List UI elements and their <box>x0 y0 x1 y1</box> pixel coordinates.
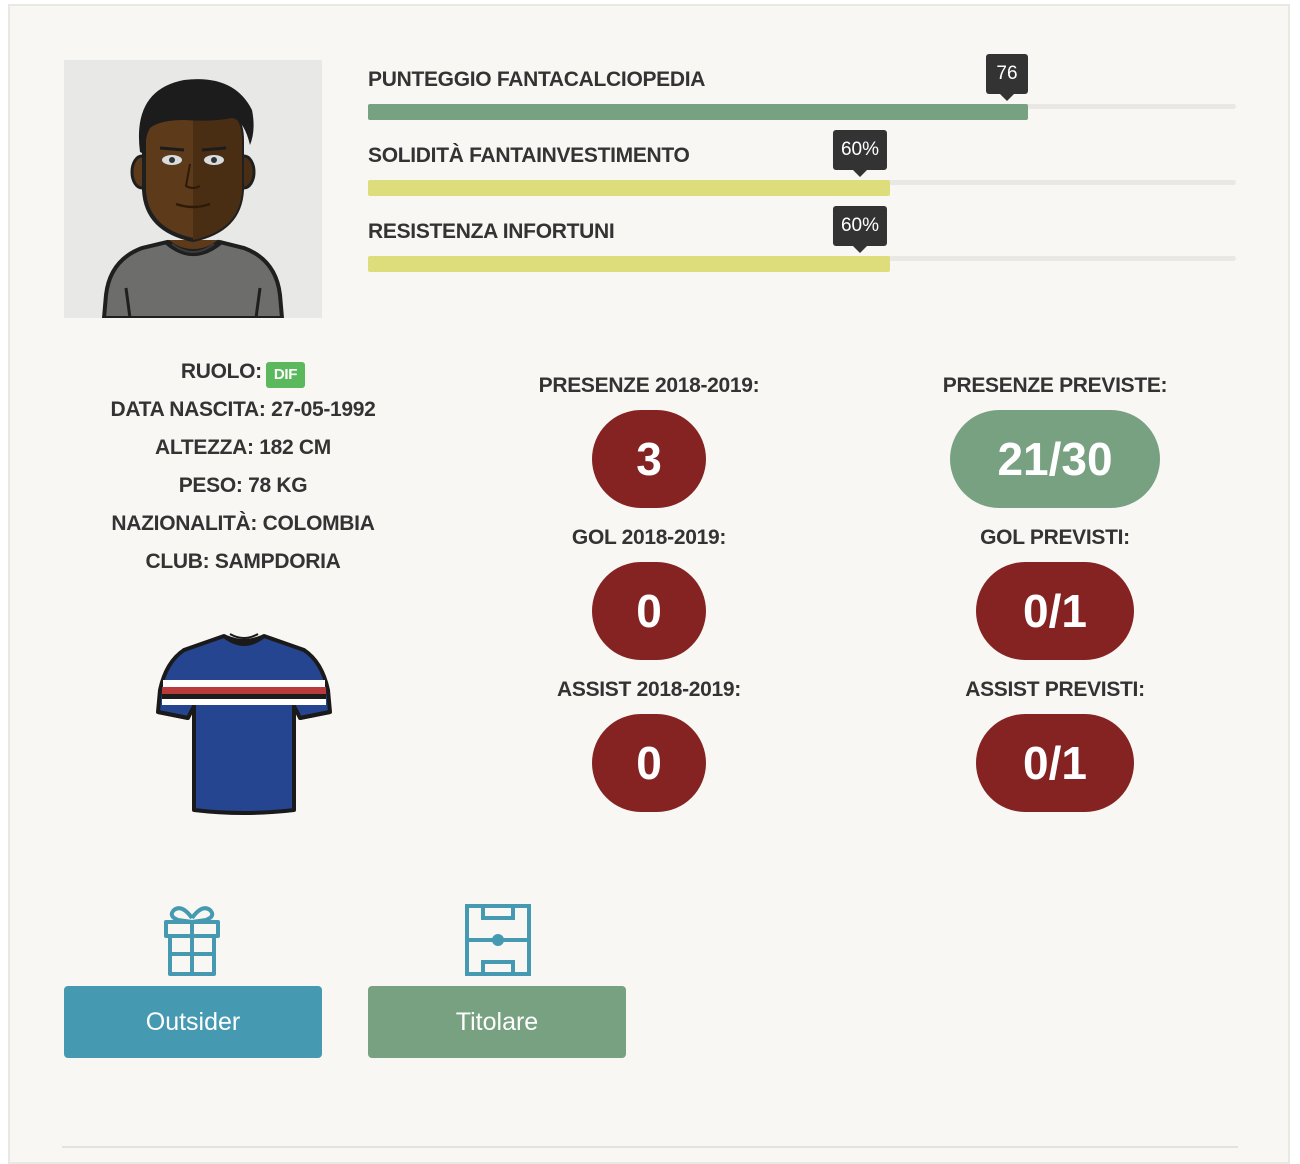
bar-fill <box>368 256 890 272</box>
football-pitch-icon <box>465 904 531 976</box>
player-info: RUOLO: DIF DATA NASCITA: 27-05-1992 ALTEZ… <box>64 356 422 584</box>
presenze-value: 3 <box>592 410 706 508</box>
role-line: RUOLO: DIF <box>64 356 422 394</box>
bar-fill <box>368 104 1028 120</box>
birth-date: DATA NASCITA: 27-05-1992 <box>110 398 376 421</box>
assist-previsti-label: ASSIST PREVISTI: <box>965 678 1145 701</box>
bar-label: SOLIDITÀ FANTAINVESTIMENTO <box>368 144 690 167</box>
bar-solidita: SOLIDITÀ FANTAINVESTIMENTO 60% <box>368 130 1236 196</box>
gol-value: 0 <box>592 562 706 660</box>
bar-tooltip: 76 <box>986 54 1028 101</box>
player-avatar-image <box>64 60 322 318</box>
club-shirt-icon <box>154 630 334 820</box>
bar-tooltip: 60% <box>832 206 888 253</box>
titolare-button[interactable]: Titolare <box>368 986 626 1058</box>
bar-resistenza: RESISTENZA INFORTUNI 60% <box>368 206 1236 272</box>
gol-label: GOL 2018-2019: <box>571 526 727 549</box>
bar-tooltip: 60% <box>832 130 888 177</box>
outsider-button[interactable]: Outsider <box>64 986 322 1058</box>
weight: PESO: 78 KG <box>178 474 308 497</box>
bar-label: PUNTEGGIO FANTACALCIOPEDIA <box>368 68 706 91</box>
gol-previsti-label: GOL PREVISTI: <box>980 526 1130 549</box>
bar-fill <box>368 180 890 196</box>
assist-label: ASSIST 2018-2019: <box>556 678 742 701</box>
assist-value: 0 <box>592 714 706 812</box>
presenze-previste-label: PRESENZE PREVISTE: <box>942 374 1168 397</box>
bar-punteggio: PUNTEGGIO FANTACALCIOPEDIA 76 <box>368 54 1236 120</box>
role-badge: DIF <box>265 362 306 389</box>
assist-previsti-value: 0/1 <box>976 714 1134 812</box>
bar-label: RESISTENZA INFORTUNI <box>368 220 615 243</box>
club: CLUB: SAMPDORIA <box>145 550 341 573</box>
presenze-previste-value: 21/30 <box>950 410 1160 508</box>
gol-previsti-value: 0/1 <box>976 562 1134 660</box>
gift-icon <box>164 904 220 976</box>
nationality: NAZIONALITÀ: COLOMBIA <box>111 512 375 535</box>
divider <box>62 1146 1238 1148</box>
role-label: RUOLO: <box>180 360 262 383</box>
height: ALTEZZA: 182 CM <box>155 436 331 459</box>
player-avatar <box>64 60 322 318</box>
presenze-label: PRESENZE 2018-2019: <box>538 374 760 397</box>
